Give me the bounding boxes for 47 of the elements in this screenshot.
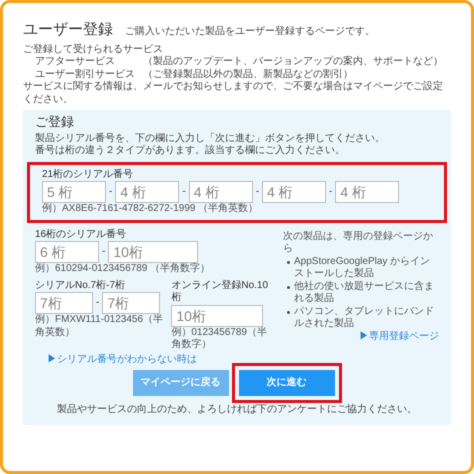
- dedicated-page-link[interactable]: ▶専用登録ページ: [359, 330, 439, 343]
- example-text: 例）0123456789（半角数字）: [171, 326, 268, 352]
- field-label: オンライン登録No.10桁: [171, 280, 270, 304]
- page-title: ユーザー登録: [23, 21, 113, 40]
- notice-item: AppStoreGooglePlay からインストールした製品: [294, 256, 432, 280]
- separator-text: -: [102, 246, 106, 258]
- field-label: シリアルNo.7桁-7桁: [35, 280, 126, 292]
- input-field[interactable]: 10桁: [171, 304, 264, 326]
- page-subtitle: ご購入いただいた製品をユーザー登録するページです。: [125, 26, 375, 38]
- separator-text: -: [182, 186, 186, 198]
- instruction-text: 番号は桁の違う２タイプがあります。該当する欄にご入力ください。: [35, 145, 346, 158]
- bullet-icon: [287, 260, 290, 264]
- bullet-icon: [287, 310, 290, 314]
- input-field[interactable]: 4 桁: [335, 181, 400, 203]
- service-description: （製品のアップデート、バージョンアップの案内、サポートなど）: [143, 56, 444, 68]
- example-text: 例）AX8E6-7161-4782-6272-1999 （半角英数）: [42, 203, 260, 216]
- next-button[interactable]: 次に進む: [238, 370, 334, 396]
- input-field[interactable]: 7桁: [35, 292, 93, 314]
- separator-text: -: [96, 296, 100, 310]
- field-label: 21桁のシリアル番号: [42, 168, 134, 181]
- input-field[interactable]: 4 桁: [188, 181, 253, 203]
- services-note: サービスに関する情報は、メールでお知らせしますので、ご不要な場合はマイページでご設定ください。: [23, 81, 444, 106]
- service-description: （ご登録製品以外の製品、新製品などの割引）: [143, 68, 354, 81]
- field-label: 16桁のシリアル番号: [35, 228, 128, 241]
- notice-item: パソコン、タブレットにバンドルされた製品: [294, 306, 435, 330]
- help-link[interactable]: ▶シリアル番号がわからない時は: [35, 354, 197, 366]
- notice-heading: 次の製品は、専用の登録ページから: [283, 230, 434, 256]
- separator-text: -: [109, 186, 112, 198]
- input-field[interactable]: 10桁: [108, 241, 198, 263]
- services-heading: ご登録して受けられるサービス: [23, 44, 164, 56]
- separator-text: -: [329, 186, 332, 198]
- input-field[interactable]: 4 桁: [115, 181, 180, 203]
- input-field[interactable]: 7桁: [102, 292, 160, 314]
- bullet-icon: [287, 286, 290, 288]
- example-text: 例）FMXW111-0123456（半角英数）: [35, 314, 164, 339]
- separator-text: -: [256, 186, 260, 198]
- input-field[interactable]: 4 桁: [262, 181, 326, 203]
- input-field[interactable]: 6 桁: [35, 241, 99, 263]
- instruction-text: 製品シリアル番号を、下の欄に入力し「次に進む」ボタンを押してください。: [35, 132, 386, 144]
- service-name: アフターサービス: [35, 56, 116, 68]
- example-text: 例）610294-0123456789 （半角数字）: [35, 263, 212, 276]
- panel-title: ご登録: [35, 114, 75, 130]
- survey-note: 製品やサービスの向上のため、よろしければ下のアンケートにご協力ください。: [56, 404, 418, 416]
- back-button[interactable]: マイページに戻る: [132, 370, 228, 396]
- input-field[interactable]: 5 桁: [42, 181, 106, 203]
- service-name: ユーザー割引サービス: [35, 68, 135, 80]
- notice-item: 他社の使い放題サービスに含まれる製品: [294, 280, 435, 306]
